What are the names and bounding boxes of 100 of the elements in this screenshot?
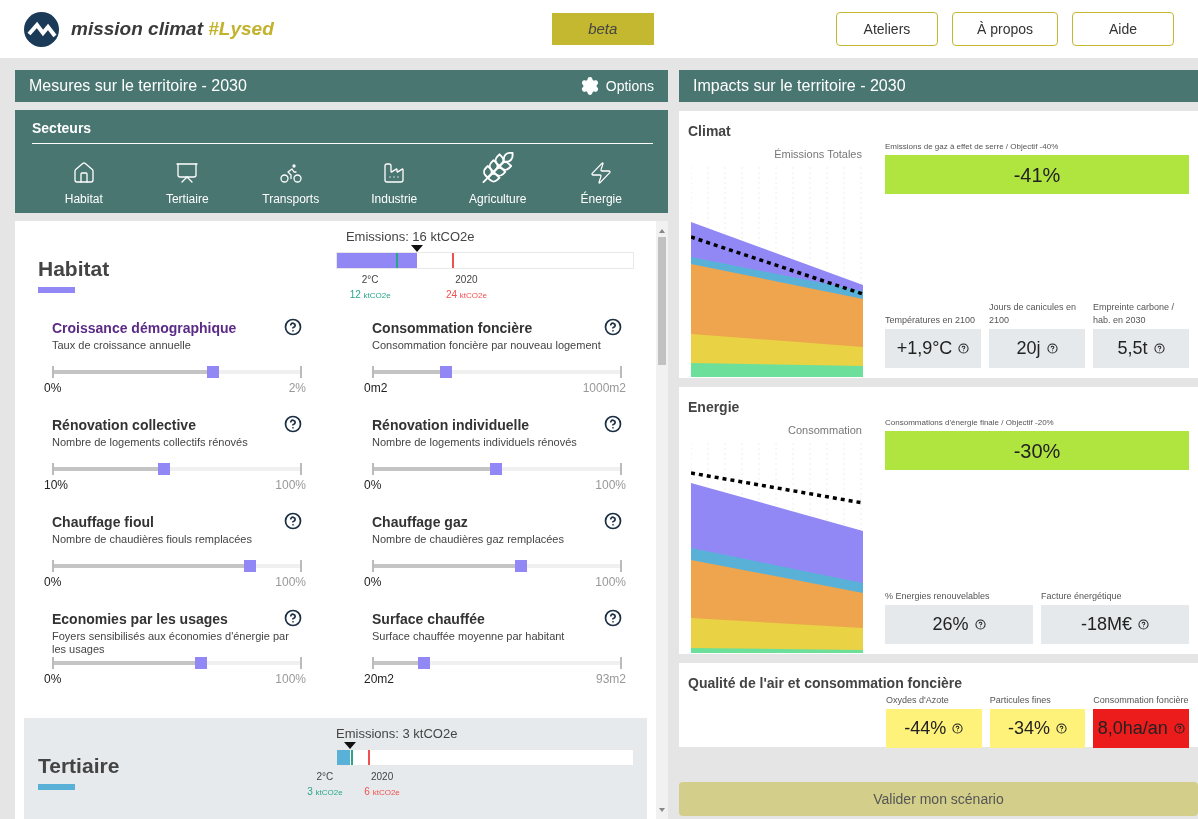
nav-button[interactable]: Aide	[1072, 12, 1174, 46]
indicator-label: Consommation foncière	[1093, 694, 1189, 707]
slider-description: Nombre de logements individuels rénovés	[372, 436, 578, 450]
slider-description: Nombre de chaudières gaz remplacées	[372, 533, 565, 547]
submit-button[interactable]: Valider mon scénario	[679, 782, 1198, 816]
indicator-value: 26%	[932, 613, 969, 636]
indicator-value: 8,0ha/an	[1097, 717, 1168, 740]
slider-title: Croissance démographique	[52, 319, 237, 338]
slider-title: Chauffage fioul	[52, 513, 154, 532]
indicator-label: % Energies renouvelables	[885, 590, 991, 603]
marker-label: 2°C	[316, 770, 334, 784]
slider-track[interactable]	[52, 463, 302, 475]
sector-tab[interactable]: Industrie	[349, 150, 440, 208]
help-icon[interactable]	[284, 609, 302, 627]
chart-board-icon	[175, 161, 200, 185]
indicator-label: Oxydes d'Azote	[886, 694, 950, 707]
slider-description: Consommation foncière par nouveau logement	[372, 339, 602, 353]
slider-title: Economies par les usages	[52, 610, 228, 629]
help-icon[interactable]	[604, 415, 622, 433]
indicator-value: -34%	[1008, 717, 1050, 740]
slider-description: Foyers sensibilisés aux économies d'énergie par les usages	[52, 630, 290, 656]
indicator-label: Consommations d'énergie finale / Objectif -20%	[885, 417, 1055, 429]
slider-max: 2%	[288, 380, 306, 397]
slider-track[interactable]	[372, 463, 622, 475]
help-icon[interactable]	[284, 512, 302, 530]
logo-icon	[24, 11, 59, 47]
slider-max: 100%	[275, 574, 306, 591]
slider-min: 0m2	[364, 380, 388, 397]
help-icon[interactable]	[1153, 343, 1165, 354]
slider-track[interactable]	[52, 560, 302, 572]
sector-tab[interactable]: Transports	[245, 150, 336, 208]
help-icon[interactable]	[1056, 723, 1067, 734]
sector-tab[interactable]: Habitat	[38, 150, 129, 208]
help-icon[interactable]	[604, 318, 622, 336]
slider-title: Rénovation individuelle	[372, 416, 530, 435]
indicator-value: -18M€	[1081, 613, 1132, 636]
sector-tab[interactable]: Agriculture	[452, 150, 543, 208]
slider-thumb[interactable]	[514, 560, 527, 572]
indicator-value: -44%	[904, 717, 947, 740]
emissions-label: Emissions: 16 ktCO2e	[345, 229, 475, 244]
slider-thumb[interactable]	[244, 560, 257, 572]
slider-max: 100%	[595, 574, 626, 591]
slider-thumb[interactable]	[157, 463, 170, 475]
slider-title: Chauffage gaz	[372, 513, 468, 532]
scrollbar[interactable]	[656, 221, 668, 819]
sector-tab[interactable]: Tertiaire	[142, 150, 233, 208]
help-icon[interactable]	[604, 609, 622, 627]
indicator-label: Jours de canicules en 2100	[989, 301, 1078, 327]
indicator-label: Empreinte carbone / hab. en 2030	[1093, 301, 1176, 327]
slider-thumb[interactable]	[207, 366, 220, 378]
slider-max: 1000m2	[582, 380, 626, 397]
panel-title: Impacts sur le territoire - 2030	[693, 76, 906, 96]
slider-thumb[interactable]	[418, 657, 431, 669]
slider-min: 0%	[44, 671, 62, 688]
slider-thumb[interactable]	[440, 366, 453, 378]
slider-thumb[interactable]	[490, 463, 502, 475]
help-icon[interactable]	[958, 343, 970, 354]
marker-value: 6 ktCO2e	[364, 785, 400, 799]
beta-badge: beta	[551, 13, 654, 45]
slider-track[interactable]	[372, 560, 622, 572]
house-icon	[71, 161, 96, 185]
nav-button[interactable]: Ateliers	[835, 12, 938, 46]
slider-max: 93m2	[595, 671, 626, 688]
logo-text: mission climat #Lysed	[71, 16, 274, 41]
help-icon[interactable]	[604, 512, 622, 530]
options-button[interactable]: Options	[579, 75, 654, 97]
slider-description: Surface chauffée moyenne par habitant	[372, 630, 566, 644]
slider-thumb[interactable]	[194, 657, 207, 669]
marker-label: 2°C	[361, 273, 379, 287]
indicator-value: 5,5t	[1117, 337, 1148, 360]
emissions-label: Emissions: 3 ktCO2e	[336, 726, 458, 741]
indicator-value: 20j	[1016, 337, 1041, 360]
help-icon[interactable]	[974, 619, 986, 630]
slider-track[interactable]	[52, 657, 302, 669]
slider-track[interactable]	[52, 366, 302, 378]
slider-max: 100%	[275, 671, 306, 688]
slider-title: Rénovation collective	[52, 416, 196, 435]
nav-button[interactable]: À propos	[951, 12, 1058, 46]
help-icon[interactable]	[284, 415, 302, 433]
help-icon[interactable]	[1138, 619, 1149, 630]
help-icon[interactable]	[1046, 343, 1058, 354]
slider-track[interactable]	[372, 366, 622, 378]
slider-max: 100%	[275, 477, 306, 494]
slider-description: Nombre de chaudières fiouls remplacées	[52, 533, 253, 547]
settings-icon	[579, 76, 600, 96]
slider-description: Nombre de logements collectifs rénovés	[52, 436, 249, 450]
help-icon[interactable]	[284, 318, 302, 336]
slider-min: 20m2	[364, 671, 395, 688]
slider-min: 0%	[364, 477, 382, 494]
slider-title: Surface chauffée	[372, 610, 485, 629]
slider-min: 0%	[44, 574, 62, 591]
sector-tab[interactable]: Énergie	[556, 150, 647, 208]
slider-min: 0%	[364, 574, 382, 591]
panel-title: Mesures sur le territoire - 2030	[29, 76, 247, 96]
marker-value: 12 ktCO2e	[349, 288, 391, 302]
slider-track[interactable]	[372, 657, 622, 669]
section-title: Habitat	[38, 256, 110, 282]
indicator-label: Emissions de gaz à effet de serre / Objectif -40%	[885, 141, 1060, 153]
pointer-icon	[410, 245, 423, 252]
help-icon[interactable]	[952, 723, 964, 734]
